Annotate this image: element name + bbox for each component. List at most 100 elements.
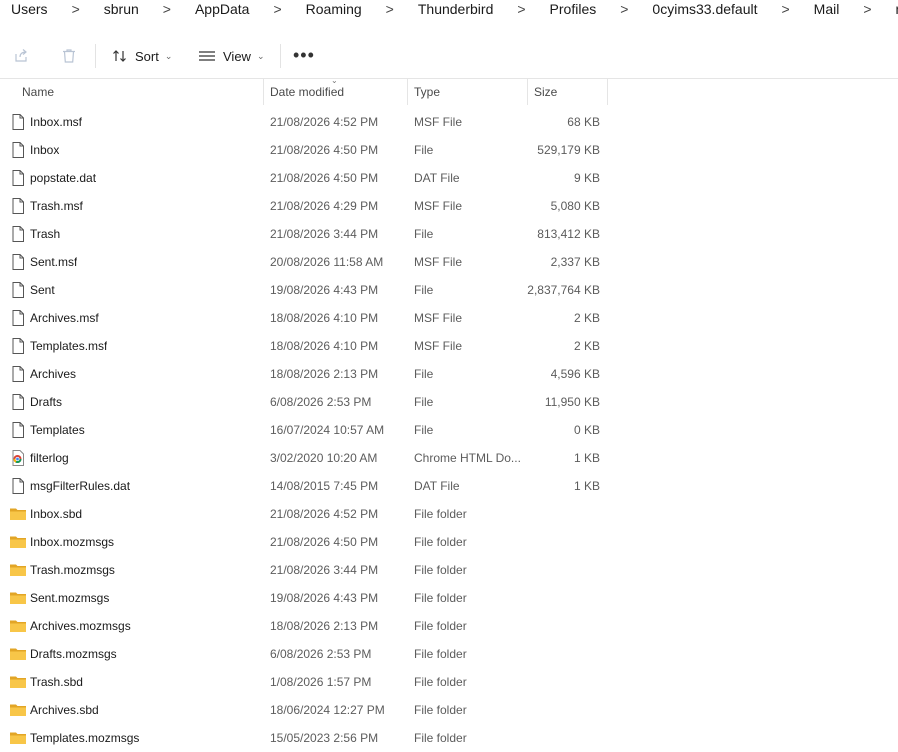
breadcrumb-item[interactable]: Thunderbird xyxy=(394,1,494,17)
file-icon xyxy=(9,365,27,383)
sort-icon xyxy=(113,50,126,62)
breadcrumb-item[interactable]: Users xyxy=(0,1,48,17)
column-size[interactable]: Size xyxy=(534,79,557,105)
folder-icon xyxy=(9,645,27,663)
file-date-modified: 18/08/2026 2:13 PM xyxy=(270,619,379,633)
view-label: View xyxy=(223,48,251,64)
file-date-modified: 14/08/2015 7:45 PM xyxy=(270,479,379,493)
more-options-button[interactable]: ••• xyxy=(293,46,315,64)
file-row[interactable]: Archives.mozmsgs 18/08/2026 2:13 PM File f… xyxy=(0,612,898,640)
file-name: msgFilterRules.dat xyxy=(30,479,131,493)
file-row[interactable]: Archives 18/08/2026 2:13 PM File 4,596 KB xyxy=(0,360,898,388)
breadcrumb-separator-icon[interactable]: > xyxy=(249,1,281,17)
folder-icon xyxy=(9,701,27,719)
file-row[interactable]: Sent.msf 20/08/2026 11:58 AM MSF File 2,337… xyxy=(0,248,898,276)
file-type: File xyxy=(414,227,434,241)
file-type: File folder xyxy=(414,535,467,549)
file-row[interactable]: Archives.msf 18/08/2026 4:10 PM MSF File 2 … xyxy=(0,304,898,332)
breadcrumb-item[interactable]: Roaming xyxy=(282,1,362,17)
file-date-modified: 21/08/2026 4:29 PM xyxy=(270,199,379,213)
file-type: File folder xyxy=(414,731,467,745)
breadcrumb-separator-icon[interactable]: > xyxy=(839,1,871,17)
breadcrumb-separator-icon[interactable]: > xyxy=(139,1,171,17)
file-row[interactable]: Trash.sbd 1/08/2026 1:57 PM File folder xyxy=(0,668,898,696)
file-name: Inbox.mozmsgs xyxy=(30,535,115,549)
column-name[interactable]: Name xyxy=(22,79,54,105)
file-row[interactable]: Inbox 21/08/2026 4:50 PM File 529,179 KB xyxy=(0,136,898,164)
file-row[interactable]: Inbox.sbd 21/08/2026 4:52 PM File folder xyxy=(0,500,898,528)
file-list: Inbox.msf 21/08/2026 4:52 PM MSF File 68 KB… xyxy=(0,108,898,752)
file-type: File folder xyxy=(414,563,467,577)
file-date-modified: 15/05/2023 2:56 PM xyxy=(270,731,379,745)
file-icon xyxy=(9,421,27,439)
delete-icon[interactable] xyxy=(60,47,78,65)
sort-button[interactable]: Sort ⌄ xyxy=(112,46,172,66)
file-row[interactable]: Drafts.mozmsgs 6/08/2026 2:53 PM File fold… xyxy=(0,640,898,668)
file-name: Trash xyxy=(30,227,61,241)
file-row[interactable]: Trash.mozmsgs 21/08/2026 3:44 PM File fold… xyxy=(0,556,898,584)
file-row[interactable]: popstate.dat 21/08/2026 4:50 PM DAT File 9 … xyxy=(0,164,898,192)
file-type: File folder xyxy=(414,647,467,661)
file-row[interactable]: Trash 21/08/2026 3:44 PM File 813,412 KB xyxy=(0,220,898,248)
file-icon xyxy=(9,141,27,159)
share-icon[interactable] xyxy=(12,47,30,65)
breadcrumb-item[interactable]: AppData xyxy=(171,1,249,17)
file-row[interactable]: Inbox.msf 21/08/2026 4:52 PM MSF File 68 KB xyxy=(0,108,898,136)
folder-icon xyxy=(9,561,27,579)
file-type: File xyxy=(414,143,434,157)
file-row[interactable]: Inbox.mozmsgs 21/08/2026 4:50 PM File fold… xyxy=(0,528,898,556)
breadcrumb-item[interactable]: sbrun xyxy=(80,1,139,17)
file-icon xyxy=(9,253,27,271)
file-icon xyxy=(9,337,27,355)
column-header: ⌄ Name Date modified Type Size xyxy=(0,76,898,105)
file-row[interactable]: Templates 16/07/2024 10:57 AM File 0 KB xyxy=(0,416,898,444)
file-name: Drafts.mozmsgs xyxy=(30,647,117,661)
column-date-modified[interactable]: Date modified xyxy=(270,79,344,105)
file-type: File xyxy=(414,395,434,409)
breadcrumb-separator-icon[interactable]: > xyxy=(48,1,80,17)
breadcrumb-item[interactable]: 0cyims33.default xyxy=(628,1,757,17)
file-name: Templates.mozmsgs xyxy=(30,731,140,745)
column-type[interactable]: Type xyxy=(414,79,440,105)
column-divider[interactable] xyxy=(527,79,528,105)
column-divider[interactable] xyxy=(263,79,264,105)
file-row[interactable]: Sent.mozmsgs 19/08/2026 4:43 PM File folde… xyxy=(0,584,898,612)
column-divider[interactable] xyxy=(607,79,608,105)
file-size: 2,337 KB xyxy=(550,255,600,269)
file-name: Trash.msf xyxy=(30,199,83,213)
file-row[interactable]: Drafts 6/08/2026 2:53 PM File 11,950 KB xyxy=(0,388,898,416)
column-divider[interactable] xyxy=(407,79,408,105)
breadcrumb-item[interactable]: Mail xyxy=(790,1,840,17)
file-row[interactable]: Archives.sbd 18/06/2024 12:27 PM File fold… xyxy=(0,696,898,724)
file-date-modified: 19/08/2026 4:43 PM xyxy=(270,591,379,605)
folder-icon xyxy=(9,617,27,635)
file-size: 0 KB xyxy=(573,423,600,437)
view-button[interactable]: View ⌄ xyxy=(198,46,265,66)
file-row[interactable]: Templates.msf 18/08/2026 4:10 PM MSF File 2… xyxy=(0,332,898,360)
file-type: MSF File xyxy=(414,339,462,353)
file-icon xyxy=(9,169,27,187)
file-name: Trash.mozmsgs xyxy=(30,563,115,577)
file-size: 9 KB xyxy=(573,171,600,185)
file-row[interactable]: Sent 19/08/2026 4:43 PM File 2,837,764 KB xyxy=(0,276,898,304)
breadcrumb-item[interactable]: mail.bigpond.com xyxy=(872,1,898,17)
file-size: 1 KB xyxy=(573,479,600,493)
file-type: File folder xyxy=(414,507,467,521)
toolbar-divider xyxy=(95,44,96,68)
breadcrumb-separator-icon[interactable]: > xyxy=(596,1,628,17)
file-row[interactable]: filterlog 3/02/2020 10:20 AM Chrome HTML D… xyxy=(0,444,898,472)
file-date-modified: 21/08/2026 4:50 PM xyxy=(270,171,379,185)
folder-icon xyxy=(9,729,27,747)
breadcrumb-item[interactable]: Profiles xyxy=(526,1,597,17)
file-size: 11,950 KB xyxy=(544,395,600,409)
file-row[interactable]: msgFilterRules.dat 14/08/2015 7:45 PM DAT … xyxy=(0,472,898,500)
breadcrumb-separator-icon[interactable]: > xyxy=(362,1,394,17)
toolbar-divider xyxy=(280,44,281,68)
file-row[interactable]: Templates.mozmsgs 15/05/2023 2:56 PM File … xyxy=(0,724,898,752)
breadcrumb-separator-icon[interactable]: > xyxy=(757,1,789,17)
breadcrumb-separator-icon[interactable]: > xyxy=(493,1,525,17)
file-type: File xyxy=(414,283,434,297)
file-row[interactable]: Trash.msf 21/08/2026 4:29 PM MSF File 5,080… xyxy=(0,192,898,220)
folder-icon xyxy=(9,533,27,551)
file-type: DAT File xyxy=(414,171,460,185)
